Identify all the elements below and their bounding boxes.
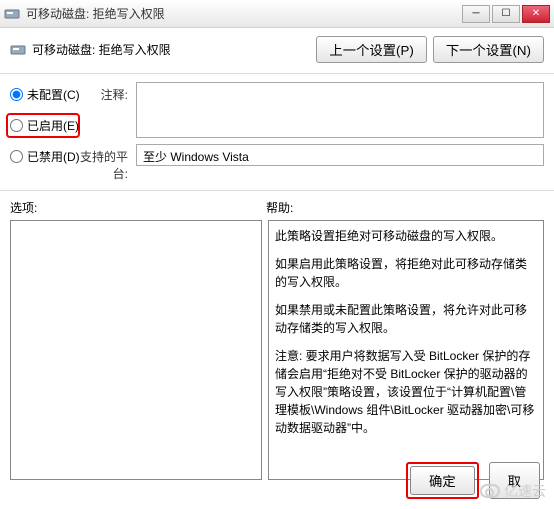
maximize-button[interactable]: ☐	[492, 5, 520, 23]
header: 可移动磁盘: 拒绝写入权限 上一个设置(P) 下一个设置(N)	[0, 28, 554, 71]
divider	[0, 73, 554, 74]
options-label: 选项:	[10, 199, 266, 216]
ok-button[interactable]: 确定	[410, 466, 475, 495]
help-pane: 此策略设置拒绝对可移动磁盘的写入权限。 如果启用此策略设置，将拒绝对此可移动存储…	[268, 220, 544, 480]
divider	[0, 190, 554, 191]
drive-icon	[10, 42, 26, 58]
radio-not-configured-input[interactable]	[10, 88, 23, 101]
radio-disabled-input[interactable]	[10, 150, 23, 163]
prev-setting-button[interactable]: 上一个设置(P)	[316, 36, 426, 63]
radio-disabled[interactable]: 已禁用(D)	[10, 148, 80, 165]
titlebar: 可移动磁盘: 拒绝写入权限 ─ ☐ ✕	[0, 0, 554, 28]
comment-textarea[interactable]	[136, 82, 544, 138]
help-paragraph: 如果禁用或未配置此策略设置，将允许对此可移动存储类的写入权限。	[275, 301, 537, 337]
platform-value: 至少 Windows Vista	[136, 144, 544, 166]
radio-disabled-label: 已禁用(D)	[27, 148, 80, 165]
radio-not-configured[interactable]: 未配置(C)	[10, 86, 80, 103]
cancel-button[interactable]: 取	[489, 462, 540, 499]
close-button[interactable]: ✕	[522, 5, 550, 23]
minimize-button[interactable]: ─	[462, 5, 490, 23]
footer: 确定 取	[406, 462, 540, 499]
comment-label: 注释:	[80, 82, 136, 103]
radio-not-configured-label: 未配置(C)	[27, 86, 80, 103]
help-paragraph: 此策略设置拒绝对可移动磁盘的写入权限。	[275, 227, 537, 245]
radio-enabled[interactable]: 已启用(E)	[10, 117, 76, 134]
window-buttons: ─ ☐ ✕	[462, 5, 550, 23]
help-paragraph: 注意: 要求用户将数据写入受 BitLocker 保护的存储会启用“拒绝对不受 …	[275, 347, 537, 437]
header-title: 可移动磁盘: 拒绝写入权限	[32, 41, 316, 58]
window-title: 可移动磁盘: 拒绝写入权限	[26, 5, 462, 22]
help-paragraph: 如果启用此策略设置，将拒绝对此可移动存储类的写入权限。	[275, 255, 537, 291]
drive-icon	[4, 6, 20, 22]
options-pane	[10, 220, 262, 480]
state-radio-group: 未配置(C) 已启用(E) 已禁用(D)	[10, 82, 80, 188]
radio-enabled-label: 已启用(E)	[27, 117, 79, 134]
radio-enabled-input[interactable]	[10, 119, 23, 132]
help-label: 帮助:	[266, 199, 293, 216]
platform-label: 支持的平台:	[80, 144, 136, 182]
next-setting-button[interactable]: 下一个设置(N)	[433, 36, 544, 63]
